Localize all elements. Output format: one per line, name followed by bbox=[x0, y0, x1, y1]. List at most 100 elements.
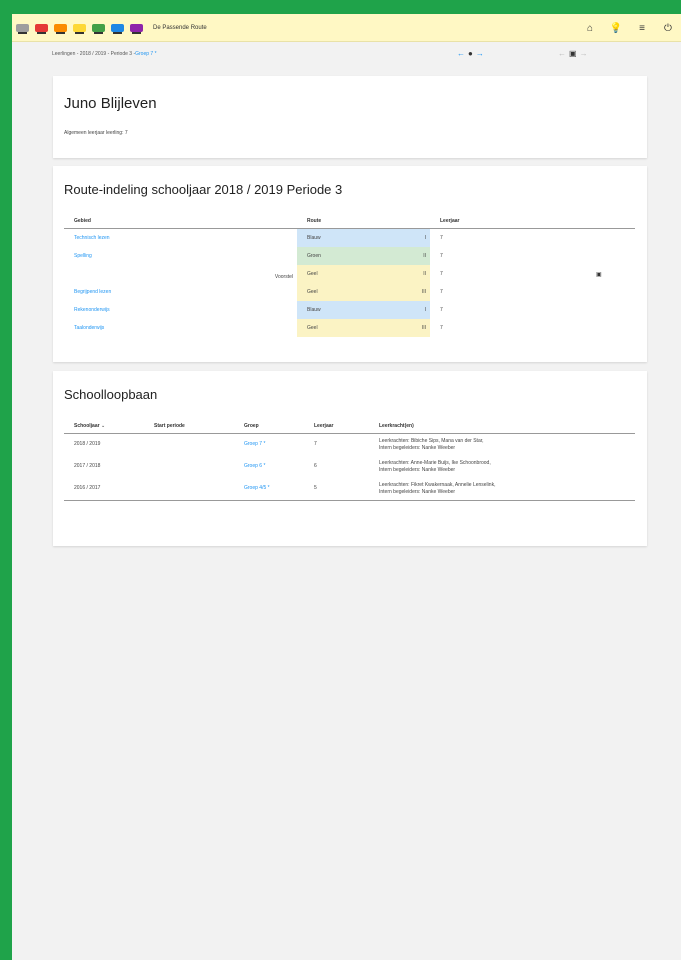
col-gebied: Gebied bbox=[64, 214, 297, 229]
route-area-link[interactable]: Rekenonderwijs bbox=[64, 301, 297, 319]
route-year: 7 bbox=[440, 289, 443, 295]
bus-icon[interactable] bbox=[92, 23, 105, 34]
loopbaan-row: 2017 / 2018 Groep 6 * 6 Leerkrachten: Anne-… bbox=[64, 456, 635, 478]
student-card: Juno Blijleven Algemeen leerjaar leerlin… bbox=[53, 76, 647, 158]
row-groep-link[interactable]: Groep 7 * bbox=[234, 434, 304, 457]
route-table: Gebied Route Leerjaar Technisch lezen Bla… bbox=[64, 214, 635, 337]
row-leerjaar: 5 bbox=[314, 485, 317, 492]
message-icon[interactable]: ▣ bbox=[596, 271, 602, 278]
route-cell: Geel III bbox=[297, 319, 430, 337]
lightbulb-icon[interactable]: 💡 bbox=[603, 23, 629, 34]
route-title: Route-indeling schooljaar 2018 / 2019 Pe… bbox=[64, 182, 343, 197]
route-level: I bbox=[424, 307, 426, 313]
route-area-link[interactable]: Voorstel bbox=[64, 265, 297, 283]
student-name: Juno Blijleven bbox=[64, 95, 157, 112]
bus-icon[interactable] bbox=[16, 23, 29, 34]
route-row: Technisch lezen Blauw I 7 bbox=[64, 228, 635, 248]
loopbaan-card: Schoolloopbaan Schooljaar ⌄ Start period… bbox=[53, 371, 647, 546]
route-area-link[interactable]: Taalonderwijs bbox=[64, 319, 297, 337]
route-row: Rekenonderwijs Blauw I 7 bbox=[64, 301, 635, 319]
power-icon[interactable]: ⏻ bbox=[655, 23, 681, 34]
route-card: Route-indeling schooljaar 2018 / 2019 Pe… bbox=[53, 166, 647, 362]
route-cell: Geel II bbox=[297, 265, 430, 283]
loopbaan-row: 2016 / 2017 Groep 4/5 * 5 Leerkrachten: Fik… bbox=[64, 478, 635, 501]
breadcrumb: Leerlingen - 2018 / 2019 - Periode 3 - G… bbox=[12, 42, 681, 66]
row-leerkrachten: Leerkrachten: Bibiche Sips, Mana van der… bbox=[379, 437, 484, 452]
route-color: Groen bbox=[307, 253, 321, 259]
row-schooljaar: 2018 / 2019 bbox=[74, 441, 101, 448]
period-nav: ←▣→ bbox=[558, 49, 591, 58]
bus-icon[interactable] bbox=[111, 23, 124, 34]
top-icons: ⌂ 💡 ≡ ⏻ bbox=[577, 14, 681, 42]
route-row: Begrijpend lezen Geel III 7 bbox=[64, 283, 635, 301]
route-row: Taalonderwijs Geel III 7 bbox=[64, 319, 635, 337]
col-leerkrachten: Leerkracht(en) bbox=[369, 419, 635, 434]
route-cell: Groen II bbox=[297, 247, 430, 265]
route-color: Blauw bbox=[307, 235, 321, 241]
person-icon: ● bbox=[468, 49, 476, 58]
route-level: III bbox=[421, 325, 426, 331]
route-color: Geel bbox=[307, 289, 318, 295]
loopbaan-row: 2018 / 2019 Groep 7 * 7 Leerkrachten: Bibic… bbox=[64, 434, 635, 457]
next-period-arrow-icon[interactable]: → bbox=[580, 49, 591, 58]
row-leerjaar: 7 bbox=[314, 441, 317, 448]
route-area-link[interactable]: Technisch lezen bbox=[64, 229, 297, 248]
route-year: 7 bbox=[440, 307, 443, 313]
menu-icon[interactable]: ≡ bbox=[629, 23, 655, 34]
sort-arrow-icon[interactable]: ⌄ bbox=[101, 423, 105, 429]
app-window: De Passende Route ⌂ 💡 ≡ ⏻ Leerlingen - 2018… bbox=[12, 14, 681, 960]
student-nav: ←●→ bbox=[457, 49, 487, 58]
breadcrumb-prefix: Leerlingen - 2018 / 2019 - Periode 3 - bbox=[52, 51, 136, 57]
breadcrumb-group-link[interactable]: Groep 7 * bbox=[135, 51, 156, 57]
next-student-arrow-icon[interactable]: → bbox=[476, 49, 487, 58]
route-color: Geel bbox=[307, 271, 318, 277]
loopbaan-title: Schoolloopbaan bbox=[64, 387, 158, 402]
top-bar: De Passende Route ⌂ 💡 ≡ ⏻ bbox=[12, 14, 681, 42]
route-year: 7 bbox=[440, 253, 443, 259]
col-leerjaar: Leerjaar bbox=[304, 419, 369, 434]
col-groep: Groep bbox=[234, 419, 304, 434]
bus-icon[interactable] bbox=[130, 23, 143, 34]
col-route: Route bbox=[297, 214, 430, 229]
row-leerjaar: 6 bbox=[314, 463, 317, 470]
route-level: II bbox=[423, 271, 426, 277]
route-color: Geel bbox=[307, 325, 318, 331]
col-schooljaar[interactable]: Schooljaar ⌄ bbox=[64, 419, 144, 434]
col-start-periode: Start periode bbox=[144, 419, 234, 434]
loopbaan-table: Schooljaar ⌄ Start periode Groep Leerjaa… bbox=[64, 419, 635, 501]
route-level: I bbox=[424, 235, 426, 241]
route-level: III bbox=[421, 289, 426, 295]
route-area-link[interactable]: Begrijpend lezen bbox=[64, 283, 297, 301]
route-cell: Blauw I bbox=[297, 228, 430, 247]
calendar-icon: ▣ bbox=[569, 49, 580, 58]
route-color: Blauw bbox=[307, 307, 321, 313]
route-note: Voorstel bbox=[274, 274, 293, 280]
col-leerjaar: Leerjaar bbox=[430, 214, 635, 229]
row-schooljaar: 2017 / 2018 bbox=[74, 463, 101, 470]
row-groep-link[interactable]: Groep 4/5 * bbox=[234, 478, 304, 501]
row-leerkrachten: Leerkrachten: Anne-Marie Buijs, Ike Scho… bbox=[379, 459, 491, 474]
bus-icon[interactable] bbox=[73, 23, 86, 34]
prev-student-arrow-icon[interactable]: ← bbox=[457, 49, 468, 58]
student-grade: Algemeen leerjaar leerling: 7 bbox=[64, 130, 128, 136]
home-icon[interactable]: ⌂ bbox=[577, 23, 603, 34]
route-row: Spelling Groen II 7 bbox=[64, 247, 635, 265]
bus-icon[interactable] bbox=[35, 23, 48, 34]
route-year: 7 ▣ bbox=[440, 271, 602, 278]
route-row: Voorstel Geel II 7 ▣ bbox=[64, 265, 635, 283]
route-bus-icons bbox=[16, 23, 149, 34]
row-start-periode bbox=[144, 456, 234, 478]
route-area-link[interactable]: Spelling bbox=[64, 247, 297, 265]
row-groep-link[interactable]: Groep 6 * bbox=[234, 456, 304, 478]
row-schooljaar: 2016 / 2017 bbox=[74, 485, 101, 492]
app-title: De Passende Route bbox=[153, 24, 207, 31]
row-leerkrachten: Leerkrachten: Fikret Kwakernaak, Annelie… bbox=[379, 481, 496, 496]
route-year: 7 bbox=[440, 325, 443, 331]
route-level: II bbox=[423, 253, 426, 259]
route-cell: Blauw I bbox=[297, 301, 430, 319]
bus-icon[interactable] bbox=[54, 23, 67, 34]
route-cell: Geel III bbox=[297, 283, 430, 301]
row-start-periode bbox=[144, 434, 234, 457]
prev-period-arrow-icon[interactable]: ← bbox=[558, 49, 569, 58]
route-year: 7 bbox=[440, 235, 443, 241]
